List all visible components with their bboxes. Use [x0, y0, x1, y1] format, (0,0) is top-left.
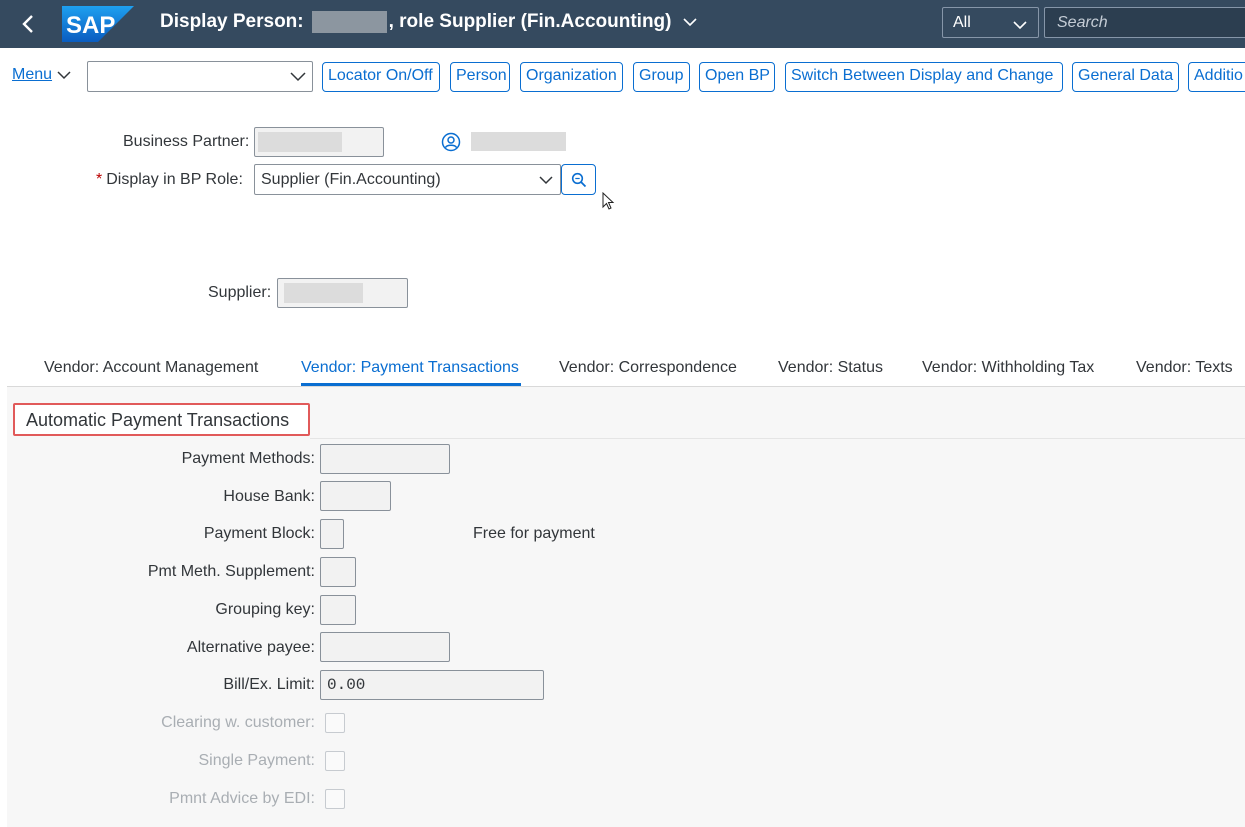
tab-withholding-tax[interactable]: Vendor: Withholding Tax — [922, 359, 1094, 377]
search-placeholder: Search — [1057, 14, 1108, 31]
bill-ex-limit-field[interactable]: 0.00 — [320, 670, 544, 700]
payment-block-description: Free for payment — [473, 525, 595, 542]
tab-correspondence[interactable]: Vendor: Correspondence — [559, 359, 737, 377]
redacted-value — [284, 283, 363, 303]
single-payment-label: Single Payment: — [198, 752, 315, 769]
organization-button[interactable]: Organization — [520, 62, 623, 92]
page-title-prefix: Display Person: — [160, 11, 304, 32]
chevron-down-icon — [1012, 17, 1028, 35]
chevron-down-icon — [682, 17, 698, 27]
redacted-partner-name — [471, 132, 566, 151]
shell-bar: SAP Display Person: , role Supplier (Fin… — [0, 0, 1245, 48]
payment-block-label: Payment Block: — [203, 525, 315, 542]
application-toolbar: Menu Locator On/Off Person Organization … — [0, 60, 1245, 94]
search-icon — [571, 172, 586, 187]
locator-toggle-button[interactable]: Locator On/Off — [322, 62, 440, 92]
button-label: General Data — [1078, 67, 1174, 84]
person-icon — [441, 132, 461, 152]
pmt-meth-supplement-label: Pmt Meth. Supplement: — [147, 563, 315, 580]
menu-button[interactable]: Menu — [12, 66, 71, 84]
additional-data-button[interactable]: Additio — [1188, 62, 1245, 92]
section-divider — [310, 438, 1245, 439]
group-button[interactable]: Group — [633, 62, 690, 92]
button-label: Switch Between Display and Change — [791, 67, 1054, 84]
tabstrip: Vendor: Account Management Vendor: Payme… — [7, 350, 1245, 387]
sap-logo-text: SAP — [66, 12, 115, 39]
tab-account-management[interactable]: Vendor: Account Management — [44, 359, 258, 377]
chevron-down-icon — [288, 70, 308, 89]
section-title: Automatic Payment Transactions — [13, 403, 310, 436]
bp-role-value: Supplier (Fin.Accounting) — [261, 171, 441, 188]
button-label: Person — [456, 67, 507, 84]
button-label: Locator On/Off — [328, 67, 433, 84]
pmnt-advice-edi-checkbox[interactable] — [325, 789, 345, 809]
person-button[interactable]: Person — [450, 62, 510, 92]
bp-role-label: * Display in BP Role: — [96, 171, 243, 189]
button-label: Group — [639, 67, 684, 84]
button-label: Organization — [526, 67, 617, 84]
page-title-suffix: , role Supplier (Fin.Accounting) — [388, 11, 672, 32]
tab-status[interactable]: Vendor: Status — [778, 359, 883, 377]
business-partner-label: Business Partner: — [123, 133, 250, 150]
grouping-key-label: Grouping key: — [215, 601, 315, 618]
bp-role-label-text: Display in BP Role: — [106, 171, 243, 188]
open-bp-button[interactable]: Open BP — [699, 62, 775, 92]
button-label: Additio — [1194, 67, 1243, 84]
switch-display-change-button[interactable]: Switch Between Display and Change — [785, 62, 1063, 92]
chevron-down-icon — [538, 173, 554, 191]
back-button[interactable] — [14, 10, 42, 38]
tab-payment-transactions[interactable]: Vendor: Payment Transactions — [301, 359, 519, 377]
house-bank-field[interactable] — [320, 481, 391, 511]
button-label: Open BP — [705, 67, 770, 84]
pmnt-advice-edi-label: Pmnt Advice by EDI: — [169, 790, 315, 807]
menu-label: Menu — [12, 66, 53, 83]
business-partner-field[interactable] — [254, 127, 384, 157]
payment-methods-field[interactable] — [320, 444, 450, 474]
general-data-button[interactable]: General Data — [1072, 62, 1179, 92]
redacted-value — [258, 132, 342, 152]
chevron-left-icon — [22, 15, 33, 33]
alternative-payee-label: Alternative payee: — [186, 639, 315, 656]
required-indicator: * — [96, 171, 103, 188]
tab-texts[interactable]: Vendor: Texts — [1136, 359, 1233, 377]
single-payment-checkbox[interactable] — [325, 751, 345, 771]
supplier-label: Supplier: — [208, 284, 272, 301]
search-scope-select[interactable]: All — [942, 7, 1039, 38]
house-bank-label: House Bank: — [223, 488, 315, 505]
payment-methods-label: Payment Methods: — [181, 450, 315, 467]
search-scope-value: All — [953, 14, 971, 31]
alternative-payee-field[interactable] — [320, 632, 450, 662]
mouse-cursor-icon — [602, 192, 615, 210]
redacted-person-name — [311, 11, 387, 33]
search-input[interactable]: Search — [1044, 7, 1245, 38]
chevron-down-icon — [57, 70, 71, 80]
bp-role-select[interactable]: Supplier (Fin.Accounting) — [254, 164, 561, 195]
bp-role-search-button[interactable] — [561, 164, 596, 195]
pmt-meth-supplement-field[interactable] — [320, 557, 356, 587]
clearing-with-customer-checkbox[interactable] — [325, 713, 345, 733]
page-title[interactable]: Display Person: , role Supplier (Fin.Acc… — [160, 11, 698, 33]
supplier-field[interactable] — [277, 278, 408, 308]
grouping-key-field[interactable] — [320, 595, 356, 625]
payment-block-field[interactable] — [320, 519, 344, 549]
command-combobox[interactable] — [87, 61, 313, 92]
sap-logo: SAP — [62, 6, 134, 42]
clearing-with-customer-label: Clearing w. customer: — [161, 714, 315, 731]
active-tab-indicator — [301, 383, 521, 386]
bill-ex-limit-label: Bill/Ex. Limit: — [223, 676, 315, 693]
